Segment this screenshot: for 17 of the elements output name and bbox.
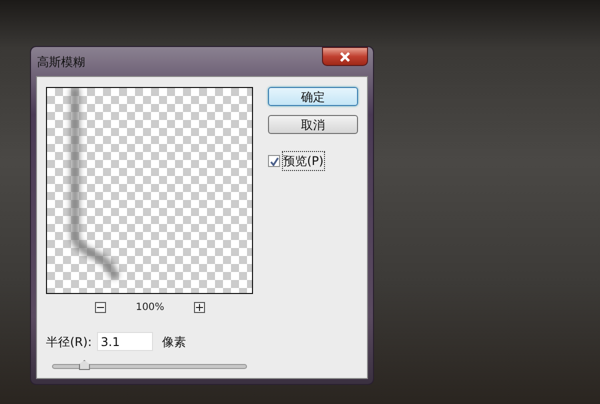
check-icon <box>270 156 278 166</box>
radius-label: 半径(R): <box>46 334 92 350</box>
preview-checkbox-label: 预览(P) <box>282 151 325 171</box>
close-button[interactable] <box>322 47 368 66</box>
dialog-button[interactable]: 确定 <box>268 87 358 106</box>
window-title: 高斯模糊 <box>36 54 85 70</box>
preview-checkbox[interactable] <box>268 155 280 167</box>
plus-icon <box>196 304 204 311</box>
radius-input[interactable]: 3.1 <box>96 332 153 351</box>
unit-label: 像素 <box>162 334 186 350</box>
slider-thumb[interactable] <box>78 360 90 370</box>
close-icon <box>339 52 351 62</box>
zoom-level: 100% <box>136 301 164 315</box>
dialog-button[interactable]: 取消 <box>268 115 358 134</box>
minus-icon <box>96 307 104 308</box>
zoom-out-button[interactable] <box>94 302 106 313</box>
zoom-in-button[interactable] <box>194 302 206 313</box>
